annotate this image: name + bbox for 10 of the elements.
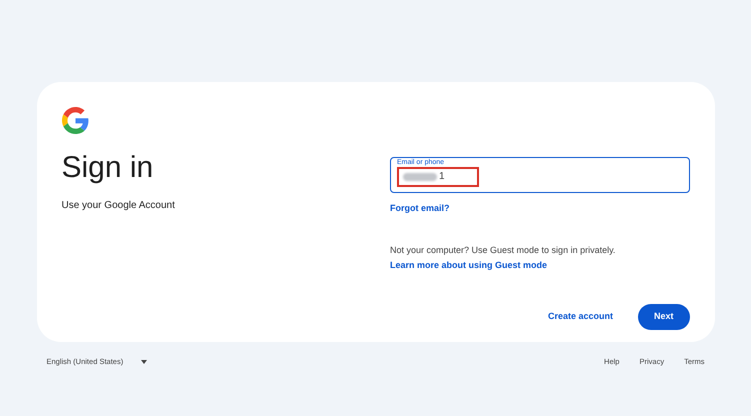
field-value: 1 [438, 171, 445, 183]
subtitle: Use your Google Account [62, 199, 176, 213]
guest-mode-note: Not your computer? Use Guest mode to sign in privately. Learn more about using Guest mode [390, 244, 616, 272]
next-button[interactable]: Next [638, 304, 690, 330]
create-account-button[interactable]: Create account [538, 304, 623, 330]
dropdown-caret-icon [141, 360, 148, 364]
page-title: Sign in [62, 150, 154, 186]
forgot-email-link[interactable]: Forgot email? [390, 202, 690, 216]
learn-more-link[interactable]: Learn more about using Guest mode [390, 260, 548, 270]
google-logo-icon [62, 107, 88, 134]
